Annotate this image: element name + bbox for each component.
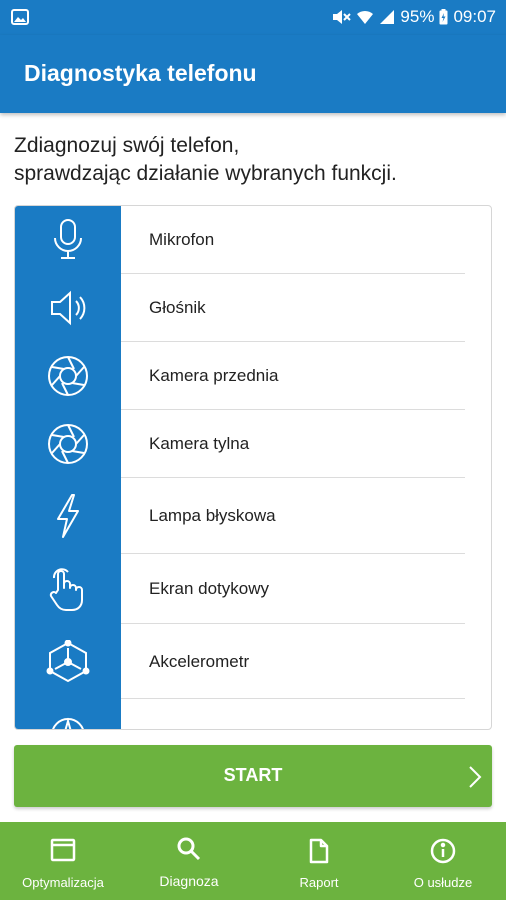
search-icon — [176, 836, 202, 867]
list-item-label: Kamera przednia — [149, 366, 279, 385]
speaker-icon — [15, 274, 121, 342]
nav-label: O usłudze — [413, 875, 473, 890]
list-item-label: Kamera tylna — [149, 434, 250, 453]
intro-line-2: sprawdzając działanie wybranych funkcji. — [14, 162, 397, 185]
lightning-icon — [15, 478, 121, 554]
nav-item-raport[interactable]: Raport — [256, 822, 382, 900]
info-icon — [430, 838, 456, 869]
page-title: Diagnostyka telefonu — [24, 60, 257, 86]
nav-label: Raport — [299, 875, 339, 890]
list-item-lampa-blyskowa[interactable]: Lampa błyskowa — [15, 478, 491, 554]
intro-line-1: Zdiagnozuj swój telefon, — [14, 134, 240, 157]
list-item-mikrofon[interactable]: Mikrofon — [15, 206, 491, 274]
list-item-label: Głośnik — [149, 298, 206, 317]
nav-item-o-usludze[interactable]: O usłudze — [380, 822, 506, 900]
nav-label: Diagnoza — [159, 873, 219, 889]
list-item-ekran-dotykowy[interactable]: Ekran dotykowy — [15, 554, 491, 624]
clock: 09:07 — [453, 7, 496, 26]
chevron-right-icon — [468, 765, 482, 794]
accelerometer-icon — [15, 624, 121, 699]
mute-icon — [331, 8, 352, 26]
document-icon — [309, 838, 329, 869]
list-item-label: Mikrofon — [149, 230, 215, 249]
bottom-navigation: Optymalizacja Diagnoza Raport O usłudze — [0, 822, 506, 900]
start-button-label: START — [223, 765, 283, 785]
battery-icon — [439, 9, 448, 25]
list-item-partial[interactable] — [15, 699, 491, 729]
list-item-label: Lampa błyskowa — [149, 506, 276, 525]
compass-icon — [15, 699, 121, 729]
nav-item-optymalizacja[interactable]: Optymalizacja — [0, 822, 126, 900]
nav-item-diagnoza[interactable]: Diagnoza — [126, 822, 252, 900]
aperture-icon — [15, 342, 121, 410]
list-item-label: Ekran dotykowy — [149, 579, 269, 598]
battery-percent: 95% — [400, 7, 435, 26]
test-list[interactable]: Mikrofon Głośnik Kamera przednia Kamera … — [14, 205, 492, 730]
status-bar: 95% 09:07 — [0, 0, 506, 35]
nav-label: Optymalizacja — [22, 875, 104, 890]
list-item-glosnik[interactable]: Głośnik — [15, 274, 491, 342]
touch-hand-icon — [15, 554, 121, 624]
image-notification-icon — [11, 9, 29, 30]
list-item-akcelerometr[interactable]: Akcelerometr — [15, 624, 491, 699]
wifi-icon — [356, 9, 374, 25]
list-item-kamera-przednia[interactable]: Kamera przednia — [15, 342, 491, 410]
list-item-label: Akcelerometr — [149, 651, 250, 671]
app-bar: Diagnostyka telefonu — [0, 35, 506, 113]
window-icon — [50, 838, 76, 867]
aperture-icon — [15, 410, 121, 478]
intro-text: Zdiagnozuj swój telefon, sprawdzając dzi… — [14, 132, 494, 188]
microphone-icon — [15, 206, 121, 274]
list-item-kamera-tylna[interactable]: Kamera tylna — [15, 410, 491, 478]
start-button[interactable]: START — [14, 745, 492, 807]
signal-icon — [379, 9, 395, 25]
